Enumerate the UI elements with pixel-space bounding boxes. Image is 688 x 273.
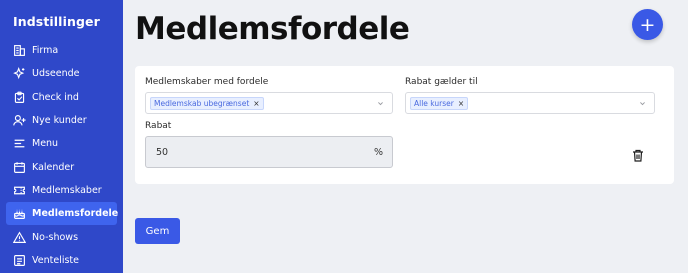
sidebar-item-label: Firma	[32, 45, 59, 57]
membership-tag: Medlemskab ubegrænset ×	[150, 97, 264, 110]
memberships-select[interactable]: Medlemskab ubegrænset ×	[145, 92, 393, 114]
sidebar-title: Indstillinger	[13, 14, 100, 29]
sidebar-item-firma[interactable]: Firma	[6, 39, 117, 62]
sidebar-nav: Firma Udseende Check ind Nye kunder Menu	[6, 39, 119, 272]
sidebar: Indstillinger Firma Udseende Check ind N…	[0, 0, 123, 273]
sparkle-icon	[13, 67, 26, 80]
discount-scope-tag-label: Alle kurser	[414, 99, 454, 108]
menu-lines-icon	[13, 137, 26, 150]
sidebar-item-venteliste[interactable]: Venteliste	[6, 249, 117, 272]
cake-icon	[13, 207, 26, 220]
sidebar-item-label: Medlemsfordele	[32, 208, 119, 220]
membership-tag-label: Medlemskab ubegrænset	[154, 99, 250, 108]
discount-scope-select[interactable]: Alle kurser ×	[405, 92, 655, 114]
warning-icon	[13, 231, 26, 244]
ticket-icon	[13, 184, 26, 197]
add-button[interactable]: +	[632, 9, 663, 40]
membership-tag-remove-button[interactable]: ×	[253, 99, 259, 108]
sidebar-item-medlemskaber[interactable]: Medlemskaber	[6, 179, 117, 202]
discount-scope-tag-remove-button[interactable]: ×	[458, 99, 464, 108]
page-title: Medlemsfordele	[135, 11, 410, 47]
sidebar-item-label: Menu	[32, 138, 59, 150]
sidebar-item-label: Medlemskaber	[32, 184, 102, 196]
discount-input[interactable]: 50 %	[145, 136, 393, 168]
sidebar-item-label: Udseende	[32, 68, 80, 80]
discount-label: Rabat	[145, 121, 172, 131]
percent-unit: %	[373, 147, 383, 158]
main-content: Medlemsfordele + Medlemskaber med fordel…	[123, 0, 688, 273]
sidebar-item-nye-kunder[interactable]: Nye kunder	[6, 109, 117, 132]
discount-scope-tag: Alle kurser ×	[410, 97, 469, 110]
sidebar-item-label: Kalender	[32, 161, 75, 173]
benefit-card: Medlemskaber med fordele Medlemskab ubeg…	[135, 66, 674, 184]
save-button[interactable]: Gem	[135, 218, 180, 244]
sidebar-item-udseende[interactable]: Udseende	[6, 62, 117, 85]
chevron-down-icon[interactable]	[377, 100, 384, 107]
building-icon	[13, 44, 26, 57]
chevron-down-icon[interactable]	[639, 100, 646, 107]
sidebar-item-no-shows[interactable]: No-shows	[6, 225, 117, 248]
discount-value: 50	[156, 147, 169, 158]
list-icon	[13, 254, 26, 267]
sidebar-item-label: Nye kunder	[32, 115, 87, 127]
trash-icon[interactable]	[632, 149, 644, 162]
sidebar-item-label: Venteliste	[32, 254, 79, 266]
memberships-label: Medlemskaber med fordele	[145, 77, 269, 87]
sidebar-item-kalender[interactable]: Kalender	[6, 155, 117, 178]
sidebar-item-label: Check ind	[32, 91, 79, 103]
sidebar-item-menu[interactable]: Menu	[6, 132, 117, 155]
sidebar-item-medlemsfordele[interactable]: Medlemsfordele	[6, 202, 119, 226]
discount-scope-label: Rabat gælder til	[405, 77, 478, 87]
sidebar-item-label: No-shows	[32, 231, 79, 243]
clipboard-check-icon	[13, 91, 26, 104]
user-plus-icon	[13, 114, 26, 127]
sidebar-item-check-ind[interactable]: Check ind	[6, 86, 117, 109]
calendar-icon	[13, 161, 26, 174]
